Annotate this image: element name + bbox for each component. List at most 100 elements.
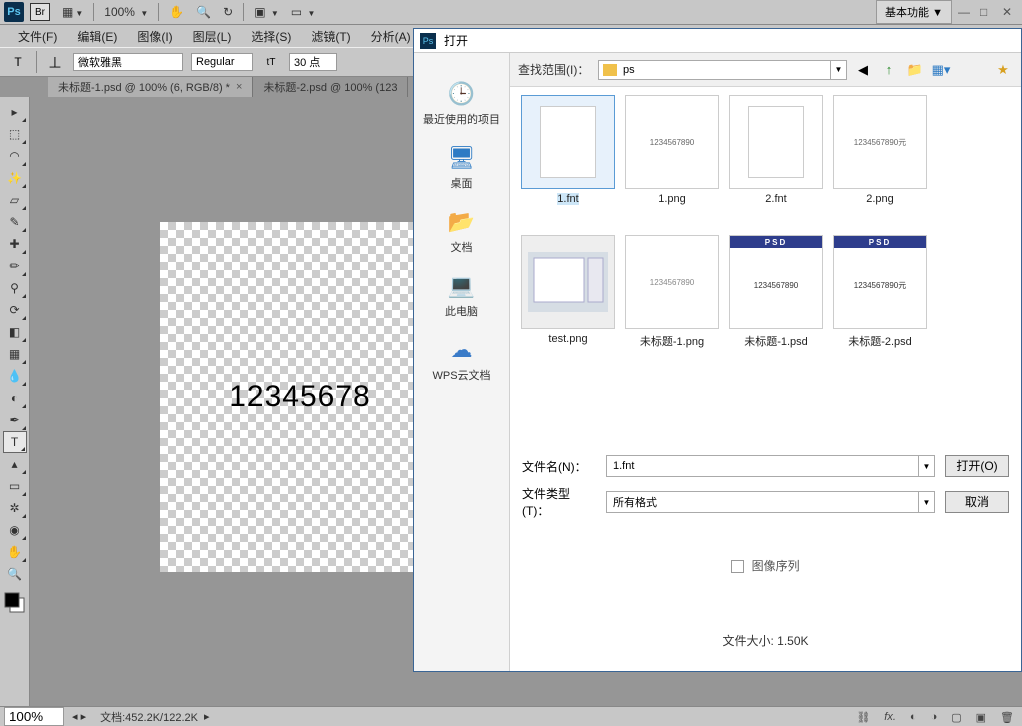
filename-label: 文件名(N)： <box>522 458 596 475</box>
new-layer-icon[interactable]: ▣ <box>976 711 986 724</box>
file-item[interactable]: 1234567890元 2.png <box>830 95 930 225</box>
image-sequence-checkbox[interactable] <box>731 560 744 573</box>
document-tab-label: 未标题-1.psd @ 100% (6, RGB/8) * <box>58 79 230 95</box>
places-sidebar: 🕒最近使用的项目 🖥桌面 📂文档 💻此电脑 ☁WPS云文档 <box>414 53 510 671</box>
lasso-tool-icon[interactable]: ◠ <box>3 145 27 167</box>
menu-edit[interactable]: 编辑(E) <box>67 25 127 48</box>
stamp-tool-icon[interactable]: ⚲ <box>3 277 27 299</box>
close-button[interactable]: ✕ <box>1002 5 1018 19</box>
maximize-button[interactable]: □ <box>980 5 996 19</box>
camera-tool-icon[interactable]: ◉ <box>3 519 27 541</box>
links-icon[interactable]: ⛓ <box>856 711 870 724</box>
file-item[interactable]: 1234567890 未标题-1.png <box>622 235 722 365</box>
file-browser: 1.fnt 1234567890 1.png 2.fnt 1234567890元… <box>510 87 1021 447</box>
filename-input[interactable]: 1.fnt▼ <box>606 455 935 477</box>
font-weight-input[interactable] <box>191 53 253 71</box>
arrange-docs-icon[interactable]: ▣ ▼ <box>248 5 285 19</box>
eraser-tool-icon[interactable]: ◧ <box>3 321 27 343</box>
blur-tool-icon[interactable]: 💧 <box>3 365 27 387</box>
cancel-button[interactable]: 取消 <box>945 491 1009 513</box>
menu-image[interactable]: 图像(I) <box>127 25 182 48</box>
file-item[interactable]: test.png <box>518 235 618 365</box>
workspace-dropdown[interactable]: 基本功能 ▼ <box>876 0 952 24</box>
menu-filter[interactable]: 滤镜(T) <box>301 25 360 48</box>
tools-panel: ▸ ⬚ ◠ ✨ ▱ ✎ ✚ ✏ ⚲ ⟳ ◧ ▦ 💧 ◐ ✒ T ▴ ▭ ✲ ◉ … <box>0 97 30 706</box>
menu-layer[interactable]: 图层(L) <box>183 25 242 48</box>
hand-tool-icon[interactable]: ✋ <box>3 541 27 563</box>
brush-tool-icon[interactable]: ✏ <box>3 255 27 277</box>
panel-shortcut-icons: ⛓ fx. ◐ ◑ ▢ ▣ 🗑 <box>856 711 1014 724</box>
application-bar: Ps Br ▦▼ 100% ▼ ✋ 🔍 ↻ ▣ ▼ ▭ ▼ 基本功能 ▼ — □… <box>0 0 1022 25</box>
3d-tool-icon[interactable]: ✲ <box>3 497 27 519</box>
file-item[interactable]: PSD1234567890元 未标题-2.psd <box>830 235 930 365</box>
file-item[interactable]: PSD1234567890 未标题-1.psd <box>726 235 826 365</box>
minimize-button[interactable]: — <box>958 5 974 19</box>
file-item[interactable]: 2.fnt <box>726 95 826 225</box>
folder-icon[interactable]: ▢ <box>951 711 961 724</box>
favorite-icon[interactable]: ★ <box>993 61 1013 79</box>
font-family-input[interactable] <box>73 53 183 71</box>
crop-tool-icon[interactable]: ▱ <box>3 189 27 211</box>
document-tab[interactable]: 未标题-1.psd @ 100% (6, RGB/8) * × <box>48 77 253 97</box>
history-brush-icon[interactable]: ⟳ <box>3 299 27 321</box>
image-sequence-label: 图像序列 <box>752 559 800 573</box>
heal-tool-icon[interactable]: ✚ <box>3 233 27 255</box>
dodge-tool-icon[interactable]: ◐ <box>3 387 27 409</box>
file-item[interactable]: 1234567890 1.png <box>622 95 722 225</box>
photoshop-icon: Ps <box>4 2 24 22</box>
gradient-tool-icon[interactable]: ▦ <box>3 343 27 365</box>
path-select-icon[interactable]: ▴ <box>3 453 27 475</box>
rotate-view-icon[interactable]: ↻ <box>217 5 239 19</box>
zoom-display[interactable]: 100% ▼ <box>98 5 154 19</box>
dialog-titlebar[interactable]: Ps 打开 <box>414 29 1021 53</box>
new-folder-button[interactable]: 📁 <box>905 61 925 79</box>
zoom-tool-icon[interactable]: 🔍 <box>3 563 27 585</box>
marquee-tool-icon[interactable]: ⬚ <box>3 123 27 145</box>
zoom-icon[interactable]: 🔍 <box>190 5 217 19</box>
open-dialog: Ps 打开 🕒最近使用的项目 🖥桌面 📂文档 💻此电脑 ☁WPS云文档 查找范围… <box>413 28 1022 672</box>
file-item[interactable]: 1.fnt <box>518 95 618 225</box>
filetype-label: 文件类型(T)： <box>522 485 596 519</box>
status-zoom-input[interactable] <box>4 707 64 726</box>
mask-icon[interactable]: ◐ <box>910 711 917 724</box>
screen-mode-icon[interactable]: ▭ ▼ <box>285 5 322 19</box>
text-tool-preset-icon[interactable]: T <box>8 52 28 72</box>
trash-icon[interactable]: 🗑 <box>1000 711 1014 724</box>
place-desktop[interactable]: 🖥桌面 <box>446 145 478 191</box>
shape-tool-icon[interactable]: ▭ <box>3 475 27 497</box>
canvas-text: 12345678 <box>229 380 370 414</box>
place-thispc[interactable]: 💻此电脑 <box>445 273 478 319</box>
canvas[interactable]: 12345678 <box>160 222 440 572</box>
menu-file[interactable]: 文件(F) <box>8 25 67 48</box>
place-documents[interactable]: 📂文档 <box>446 209 478 255</box>
place-wpscloud[interactable]: ☁WPS云文档 <box>432 337 490 383</box>
close-tab-icon[interactable]: × <box>236 81 242 93</box>
dialog-ps-icon: Ps <box>420 33 436 49</box>
adjust-icon[interactable]: ◑ <box>931 711 938 724</box>
text-orientation-icon[interactable]: 丄 <box>45 52 65 72</box>
text-size-icon: tT <box>261 52 281 72</box>
fx-icon[interactable]: fx. <box>884 711 896 724</box>
color-swatch[interactable] <box>3 591 27 618</box>
filetype-dropdown[interactable]: 所有格式▼ <box>606 491 935 513</box>
reel-icon[interactable]: ▦▼ <box>56 5 89 19</box>
back-button[interactable]: ◀ <box>853 61 873 79</box>
eyedropper-tool-icon[interactable]: ✎ <box>3 211 27 233</box>
folder-dropdown[interactable]: ps ▼ <box>598 60 847 80</box>
view-mode-button[interactable]: ▦▾ <box>931 61 951 79</box>
up-button[interactable]: ↑ <box>879 61 899 79</box>
document-tab[interactable]: 未标题-2.psd @ 100% (123 <box>253 77 408 97</box>
open-button[interactable]: 打开(O) <box>945 455 1009 477</box>
font-size-input[interactable] <box>289 53 337 71</box>
place-recent[interactable]: 🕒最近使用的项目 <box>423 81 500 127</box>
pen-tool-icon[interactable]: ✒ <box>3 409 27 431</box>
folder-icon <box>603 64 617 76</box>
hand-icon[interactable]: ✋ <box>163 5 190 19</box>
status-bar: ◂ ▸ 文档:452.2K/122.2K ▸ ⛓ fx. ◐ ◑ ▢ ▣ 🗑 <box>0 706 1022 726</box>
type-tool-icon[interactable]: T <box>3 431 27 453</box>
bridge-icon[interactable]: Br <box>30 3 50 21</box>
menu-analyze[interactable]: 分析(A) <box>361 25 421 48</box>
move-tool-icon[interactable]: ▸ <box>3 101 27 123</box>
wand-tool-icon[interactable]: ✨ <box>3 167 27 189</box>
menu-select[interactable]: 选择(S) <box>241 25 301 48</box>
